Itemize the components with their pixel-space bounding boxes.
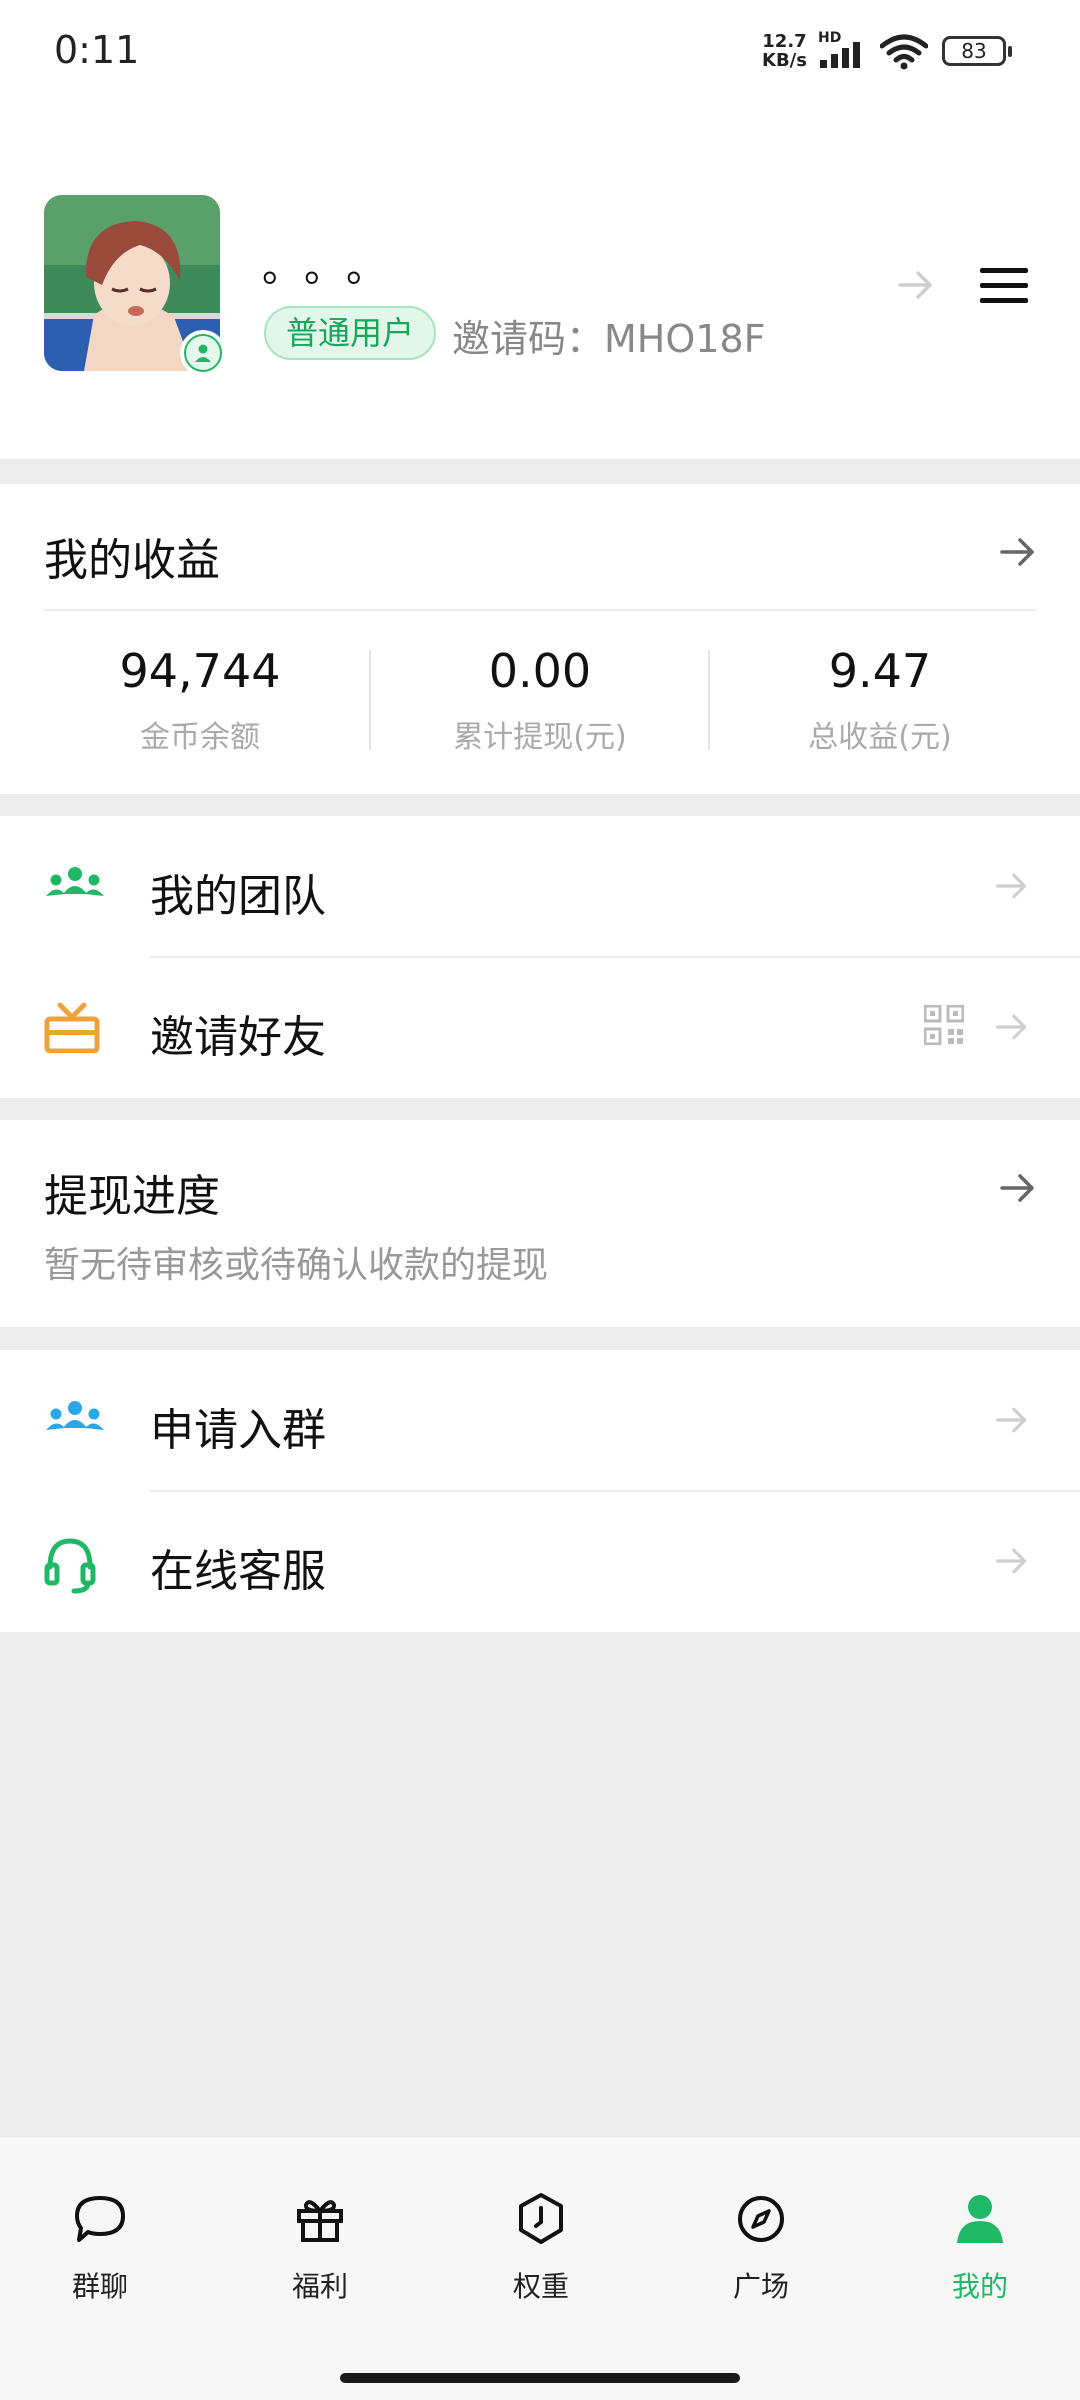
status-time: 0:11: [54, 28, 140, 72]
arrow-right-icon: [996, 873, 1027, 899]
tab-welfare[interactable]: 福利: [220, 2187, 420, 2305]
stat-label: 金币余额: [140, 720, 260, 755]
list-item-join-group[interactable]: 申请入群: [0, 1350, 1080, 1490]
profile-header: 。。。 普通用户 邀请码：MHO18F: [0, 105, 1080, 459]
tab-label: 权重: [512, 2270, 569, 2303]
withdraw-progress-card[interactable]: 提现进度 暂无待审核或待确认收款的提现: [0, 1120, 1080, 1327]
earnings-card[interactable]: 我的收益 94,744 金币余额 0.00 累计提现(元) 9.47 总收益(元…: [0, 484, 1080, 794]
compass-icon: [738, 2196, 784, 2242]
arrow-right-icon: [996, 1014, 1027, 1040]
tab-mine[interactable]: 我的: [880, 2187, 1080, 2305]
team-icon: [46, 867, 104, 896]
hexagon-badge-icon: [519, 2193, 563, 2244]
list-item-label: 在线客服: [150, 1546, 326, 1597]
net-speed: 12.7 KB/s: [762, 32, 807, 70]
stat-value: 0.00: [488, 644, 592, 698]
tab-group-chat[interactable]: 群聊: [0, 2187, 200, 2305]
chat-bubble-icon: [75, 2196, 125, 2242]
headset-icon: [44, 1538, 96, 1594]
list-item-invite-friends[interactable]: 邀请好友: [0, 957, 1080, 1097]
withdraw-progress-title: 提现进度: [44, 1171, 220, 1222]
qr-code-icon[interactable]: [924, 1005, 964, 1045]
tab-label: 福利: [291, 2270, 348, 2303]
list-item-my-team[interactable]: 我的团队: [0, 816, 1080, 956]
stat-coin-balance[interactable]: 94,744 金币余额: [30, 644, 370, 756]
arrow-right-icon: [996, 1407, 1027, 1433]
tab-label: 我的: [951, 2270, 1008, 2303]
arrow-right-icon[interactable]: [998, 1168, 1038, 1208]
list-item-label: 我的团队: [150, 871, 326, 922]
divider: [44, 609, 1036, 611]
wifi-icon: [880, 34, 928, 70]
person-icon: [957, 2195, 1003, 2243]
earnings-title: 我的收益: [44, 535, 220, 586]
person-badge-icon: [180, 330, 226, 376]
battery-icon: 83: [942, 36, 1012, 66]
tab-square[interactable]: 广场: [661, 2187, 861, 2305]
tab-label: 群聊: [71, 2270, 128, 2303]
invite-code[interactable]: 邀请码：MHO18F: [452, 308, 765, 363]
menu-group-1: 我的团队 邀请好友: [0, 816, 1080, 1098]
signal-icon: [820, 42, 860, 68]
stat-value: 94,744: [119, 644, 281, 698]
list-item-label: 申请入群: [150, 1405, 326, 1456]
tab-weight[interactable]: 权重: [441, 2187, 641, 2305]
withdraw-progress-subtitle: 暂无待审核或待确认收款的提现: [44, 1245, 549, 1286]
tab-label: 广场: [732, 2270, 789, 2303]
arrow-right-icon[interactable]: [998, 532, 1038, 572]
stat-total-withdrawn[interactable]: 0.00 累计提现(元): [370, 644, 710, 756]
stat-label: 累计提现(元): [453, 720, 627, 755]
list-item-customer-service[interactable]: 在线客服: [0, 1491, 1080, 1631]
arrow-right-icon[interactable]: [896, 265, 936, 305]
arrow-right-icon: [996, 1548, 1027, 1574]
user-type-badge: 普通用户: [264, 306, 437, 360]
net-speed-unit: KB/s: [762, 50, 807, 71]
stat-value: 9.47: [828, 644, 932, 698]
home-indicator[interactable]: [340, 2373, 740, 2383]
menu-group-2: 申请入群 在线客服: [0, 1350, 1080, 1632]
bottom-tab-bar: 群聊 福利 权重 广场 我的: [0, 2136, 1080, 2400]
status-bar: 0:11 12.7 KB/s HD 83: [0, 0, 1080, 105]
gift-box-icon: [297, 2200, 343, 2242]
menu-icon[interactable]: [980, 268, 1028, 304]
group-icon: [46, 1401, 104, 1430]
gift-icon: [44, 1003, 100, 1053]
nickname: 。。。: [262, 245, 408, 291]
stat-label: 总收益(元): [808, 720, 952, 755]
list-item-label: 邀请好友: [150, 1012, 326, 1063]
net-speed-value: 12.7: [762, 31, 807, 52]
stat-total-earnings[interactable]: 9.47 总收益(元): [710, 644, 1050, 756]
